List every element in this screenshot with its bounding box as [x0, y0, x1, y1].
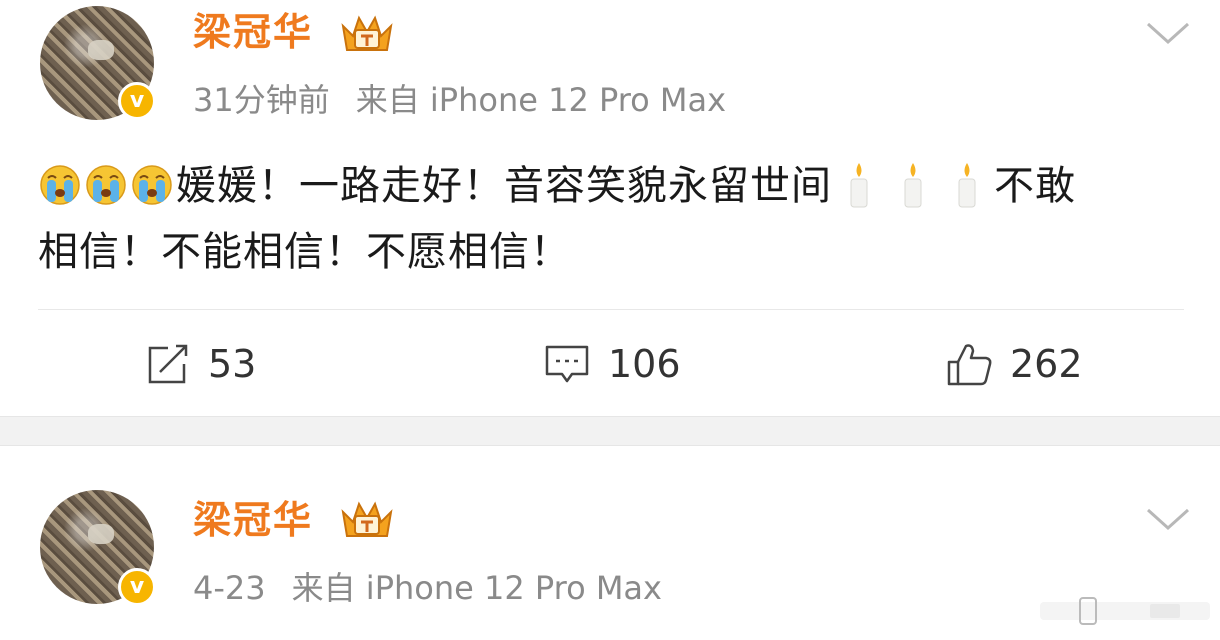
post-source: 来自 iPhone 12 Pro Max [355, 81, 727, 119]
like-button[interactable]: 262 [946, 340, 1083, 388]
verified-badge-icon: v [118, 568, 156, 606]
candle-icon [850, 163, 868, 208]
post-separator [0, 416, 1220, 446]
post-content: 媛媛！一路走好！音容笑貌永留世间 不敢 相信！不能相信！不愿相信！ [38, 153, 1188, 285]
weibo-post: v 梁冠华 4-23 来自 iPhone 12 Pro Max [0, 446, 1220, 640]
repost-button[interactable]: 53 [146, 340, 256, 388]
repost-icon [148, 344, 188, 384]
crown-vip-icon[interactable] [339, 498, 395, 542]
content-text-2: 相信！不能相信！不愿相信！ [38, 229, 571, 275]
divider [38, 309, 1184, 310]
crying-face-icon [40, 165, 80, 205]
verified-badge-icon: v [118, 82, 156, 120]
like-count: 262 [1010, 342, 1083, 386]
comment-icon [545, 345, 589, 383]
repost-count: 53 [208, 342, 257, 386]
post-meta: 31分钟前 来自 iPhone 12 Pro Max [193, 80, 726, 120]
comment-button[interactable]: 106 [544, 340, 681, 388]
chevron-down-icon[interactable] [1144, 18, 1192, 48]
post-meta: 4-23 来自 iPhone 12 Pro Max [193, 568, 662, 608]
post-time: 4-23 [193, 569, 266, 607]
crown-vip-icon[interactable] [339, 12, 395, 56]
post-time: 31分钟前 [193, 81, 330, 119]
post-source: 来自 iPhone 12 Pro Max [291, 569, 662, 607]
candle-icon [958, 163, 976, 208]
crying-face-icon [86, 165, 126, 205]
crying-face-icon [132, 165, 172, 205]
content-text-1: 媛媛！一路走好！音容笑貌永留世间 [176, 163, 832, 209]
author-name[interactable]: 梁冠华 [193, 8, 313, 56]
candle-icon [904, 163, 922, 208]
like-icon [947, 344, 992, 386]
content-text-1-end: 不敢 [994, 163, 1076, 209]
comment-count: 106 [608, 342, 681, 386]
weibo-post: v 梁冠华 31分钟前 来自 iPhone 12 Pro Max 媛媛！一路走好！… [0, 0, 1220, 416]
author-name[interactable]: 梁冠华 [193, 496, 313, 544]
chevron-down-icon[interactable] [1144, 504, 1192, 534]
scroll-indicator [1040, 597, 1210, 625]
